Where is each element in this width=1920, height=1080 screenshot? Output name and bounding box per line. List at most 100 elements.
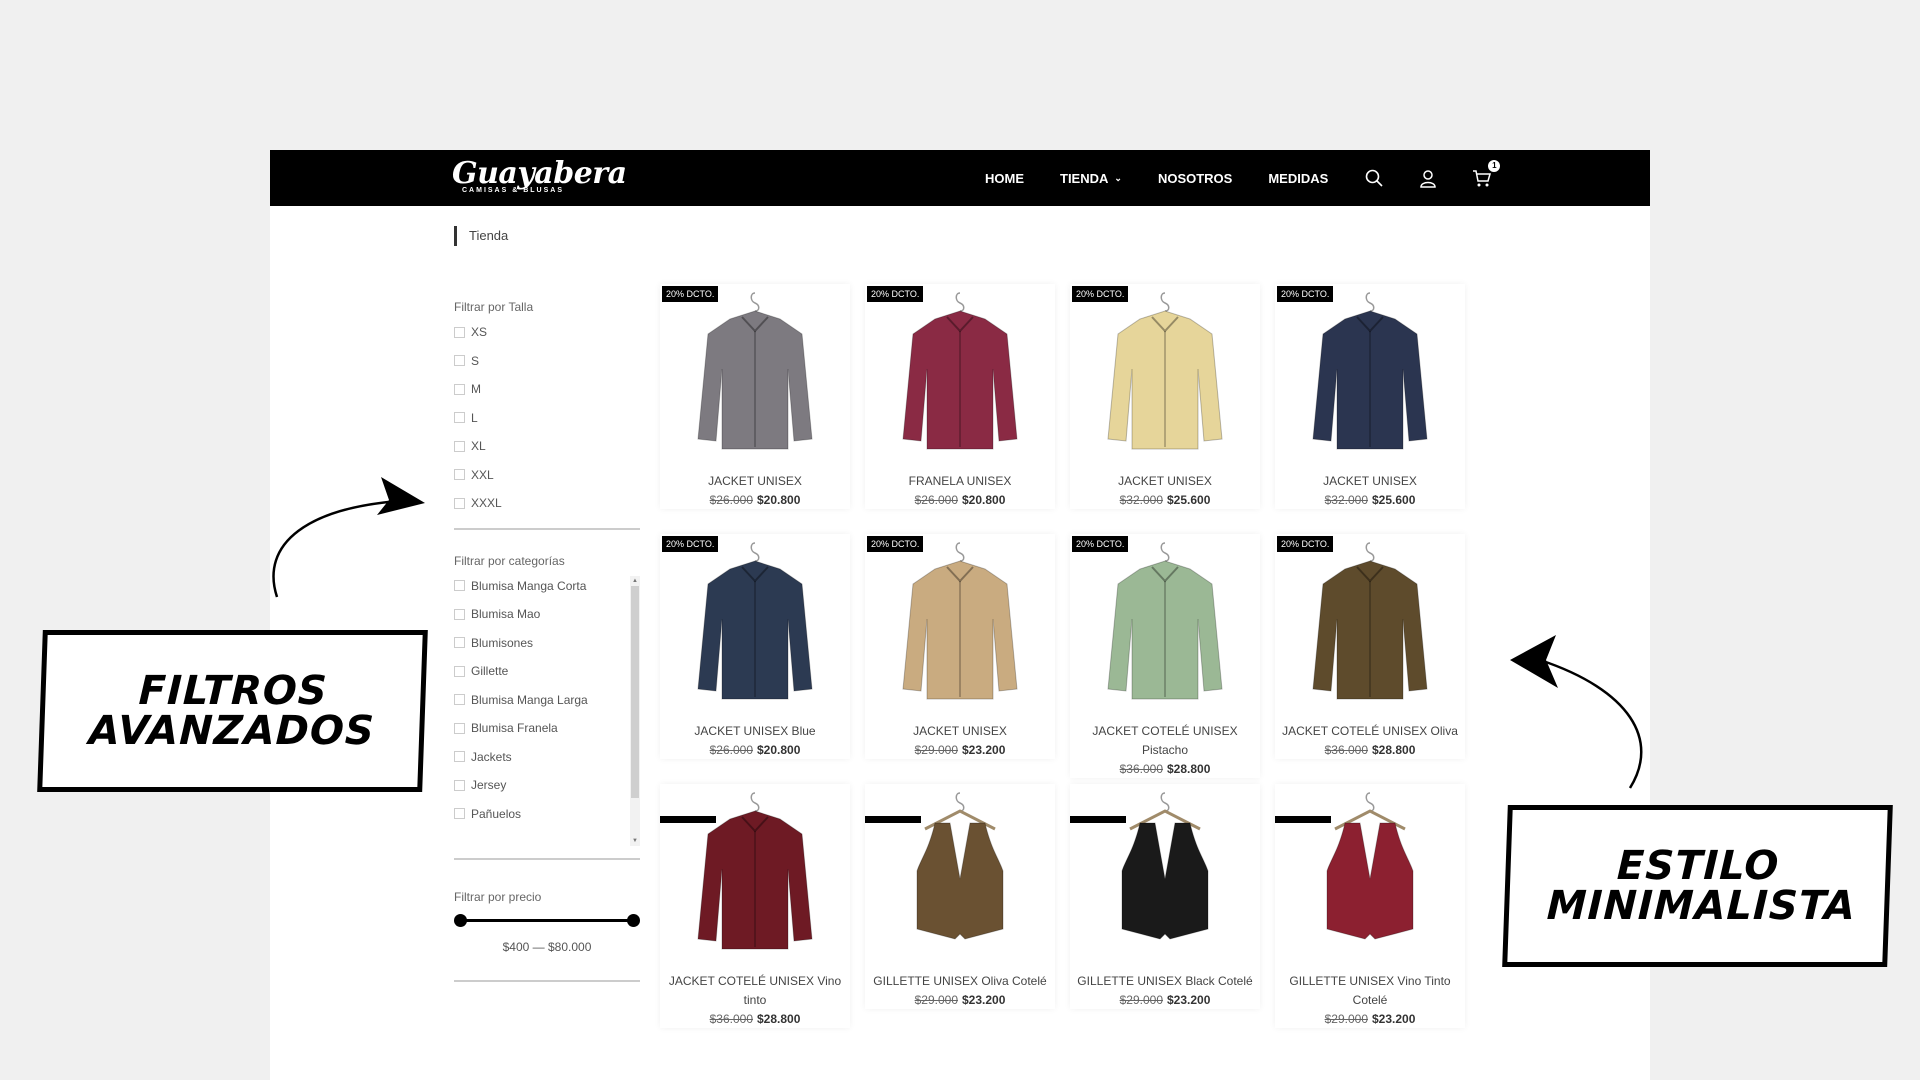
discount-badge: 20% DCTO. bbox=[1072, 536, 1129, 552]
price-max-handle[interactable] bbox=[627, 913, 640, 927]
breadcrumb: Tienda bbox=[454, 226, 508, 246]
category-option-label: Blumisa Manga Larga bbox=[471, 692, 588, 707]
product-name[interactable]: JACKET UNISEX bbox=[660, 472, 850, 491]
product-card[interactable]: 20% DCTO. JACKET COTELÉ UNISEX Pistacho $3… bbox=[1070, 534, 1260, 778]
product-card[interactable]: 20% DCTO. JACKET UNISEX $32.000 $25.600 bbox=[1070, 284, 1260, 509]
checkbox[interactable] bbox=[454, 779, 465, 791]
scroll-thumb[interactable] bbox=[631, 585, 639, 798]
product-image-box[interactable] bbox=[865, 534, 1055, 714]
product-image-box[interactable] bbox=[1275, 284, 1465, 464]
discount-badge bbox=[1070, 816, 1126, 823]
product-image-box[interactable] bbox=[1070, 534, 1260, 714]
product-card[interactable]: GILLETTE UNISEX Oliva Cotelé $29.000 $23.2… bbox=[865, 784, 1055, 1009]
product-card[interactable]: 20% DCTO. JACKET COTELÉ UNISEX Oliva $36.0… bbox=[1275, 534, 1465, 759]
logo[interactable]: Guayabera CAMISAS & BLUSAS bbox=[452, 159, 627, 195]
size-option[interactable]: M bbox=[454, 375, 640, 404]
product-card[interactable]: 20% DCTO. JACKET UNISEX $32.000 $25.600 bbox=[1275, 284, 1465, 509]
product-image-box[interactable] bbox=[660, 784, 850, 964]
product-name[interactable]: JACKET COTELÉ UNISEX Vino tinto bbox=[660, 972, 850, 1010]
category-option[interactable]: Gillette bbox=[454, 657, 640, 686]
size-option[interactable]: XS bbox=[454, 318, 640, 347]
checkbox[interactable] bbox=[454, 580, 465, 592]
checkbox[interactable] bbox=[454, 497, 465, 509]
checkbox[interactable] bbox=[454, 440, 465, 452]
product-name[interactable]: FRANELA UNISEX bbox=[865, 472, 1055, 491]
size-option[interactable]: L bbox=[454, 404, 640, 433]
product-name[interactable]: GILLETTE UNISEX Black Cotelé bbox=[1070, 972, 1260, 991]
checkbox[interactable] bbox=[454, 722, 465, 734]
product-image bbox=[1312, 542, 1428, 700]
nav-medidas[interactable]: MEDIDAS bbox=[1268, 171, 1328, 186]
category-option[interactable]: Blumisa Mao bbox=[454, 600, 640, 629]
product-image-box[interactable] bbox=[1070, 784, 1260, 964]
product-card[interactable]: 20% DCTO. JACKET UNISEX Blue $26.000 $20.80… bbox=[660, 534, 850, 759]
product-name[interactable]: JACKET COTELÉ UNISEX Pistacho bbox=[1070, 722, 1260, 760]
size-option[interactable]: S bbox=[454, 347, 640, 376]
checkbox[interactable] bbox=[454, 383, 465, 395]
checkbox[interactable] bbox=[454, 808, 465, 820]
product-image-box[interactable] bbox=[660, 284, 850, 464]
checkbox[interactable] bbox=[454, 326, 465, 338]
category-option[interactable]: Blumisones bbox=[454, 629, 640, 658]
category-option[interactable]: Blumisa Manga Larga bbox=[454, 686, 640, 715]
product-card[interactable]: 20% DCTO. FRANELA UNISEX $26.000 $20.800 bbox=[865, 284, 1055, 509]
product-card[interactable]: JACKET COTELÉ UNISEX Vino tinto $36.000 $2… bbox=[660, 784, 850, 1028]
scroll-up-icon[interactable]: ▲ bbox=[630, 576, 640, 586]
product-name[interactable]: JACKET UNISEX bbox=[1070, 472, 1260, 491]
size-option[interactable]: XXL bbox=[454, 461, 640, 490]
scroll-down-icon[interactable]: ▼ bbox=[630, 836, 640, 846]
product-name[interactable]: JACKET COTELÉ UNISEX Oliva bbox=[1275, 722, 1465, 741]
nav-nosotros[interactable]: NOSOTROS bbox=[1158, 171, 1232, 186]
size-option[interactable]: XL bbox=[454, 432, 640, 461]
sale-price: $23.200 bbox=[962, 743, 1006, 757]
category-option-label: Blumisa Mao bbox=[471, 607, 541, 622]
product-card[interactable]: GILLETTE UNISEX Vino Tinto Cotelé $29.000… bbox=[1275, 784, 1465, 1028]
nav-home[interactable]: HOME bbox=[985, 171, 1024, 186]
nav-tienda[interactable]: TIENDA ⌄ bbox=[1060, 171, 1122, 186]
category-scrollbar[interactable]: ▲ ▼ bbox=[630, 575, 640, 846]
checkbox[interactable] bbox=[454, 665, 465, 677]
price-min-handle[interactable] bbox=[454, 913, 467, 927]
product-image-box[interactable] bbox=[865, 784, 1055, 964]
category-option[interactable]: Blumisa Manga Corta bbox=[454, 572, 640, 601]
checkbox[interactable] bbox=[454, 355, 465, 367]
filter-sidebar: Filtrar por Talla XS S M L XL XXL XXXL Filtrar… bbox=[454, 300, 640, 982]
product-name[interactable]: GILLETTE UNISEX Oliva Cotelé bbox=[865, 972, 1055, 991]
product-card[interactable]: GILLETTE UNISEX Black Cotelé $29.000 $23.2… bbox=[1070, 784, 1260, 1009]
product-name[interactable]: GILLETTE UNISEX Vino Tinto Cotelé bbox=[1275, 972, 1465, 1010]
cart-icon[interactable]: 1 bbox=[1472, 160, 1501, 188]
product-image bbox=[902, 542, 1018, 700]
product-image-box[interactable] bbox=[1070, 284, 1260, 464]
product-image-box[interactable] bbox=[865, 284, 1055, 464]
annotation-filtros: FILTROS AVANZADOS bbox=[37, 630, 428, 792]
size-option-label: L bbox=[471, 410, 478, 425]
size-option-label: XL bbox=[471, 439, 486, 454]
checkbox[interactable] bbox=[454, 412, 465, 424]
user-icon[interactable] bbox=[1418, 168, 1438, 188]
product-price: $29.000 $23.200 bbox=[865, 741, 1055, 759]
sale-price: $23.200 bbox=[1372, 1012, 1416, 1026]
category-option[interactable]: Blumisa Franela bbox=[454, 714, 640, 743]
product-image-box[interactable] bbox=[660, 534, 850, 714]
product-name[interactable]: JACKET UNISEX Blue bbox=[660, 722, 850, 741]
product-image-box[interactable] bbox=[1275, 534, 1465, 714]
checkbox[interactable] bbox=[454, 694, 465, 706]
product-name[interactable]: JACKET UNISEX bbox=[1275, 472, 1465, 491]
product-name[interactable]: JACKET UNISEX bbox=[865, 722, 1055, 741]
product-price: $36.000 $28.800 bbox=[660, 1010, 850, 1028]
product-card[interactable]: 20% DCTO. JACKET UNISEX $26.000 $20.800 bbox=[660, 284, 850, 509]
category-option[interactable]: Pañuelos bbox=[454, 800, 640, 829]
search-icon[interactable] bbox=[1364, 168, 1384, 188]
category-option-label: Blumisa Manga Corta bbox=[471, 578, 587, 593]
category-option[interactable]: Jersey bbox=[454, 771, 640, 800]
checkbox[interactable] bbox=[454, 608, 465, 620]
checkbox[interactable] bbox=[454, 637, 465, 649]
product-image-box[interactable] bbox=[1275, 784, 1465, 964]
price-slider[interactable] bbox=[454, 910, 640, 930]
category-option[interactable]: Jackets bbox=[454, 743, 640, 772]
checkbox[interactable] bbox=[454, 751, 465, 763]
size-option[interactable]: XXXL bbox=[454, 489, 640, 518]
checkbox[interactable] bbox=[454, 469, 465, 481]
product-card[interactable]: 20% DCTO. JACKET UNISEX $29.000 $23.200 bbox=[865, 534, 1055, 759]
product-image bbox=[1107, 542, 1223, 700]
